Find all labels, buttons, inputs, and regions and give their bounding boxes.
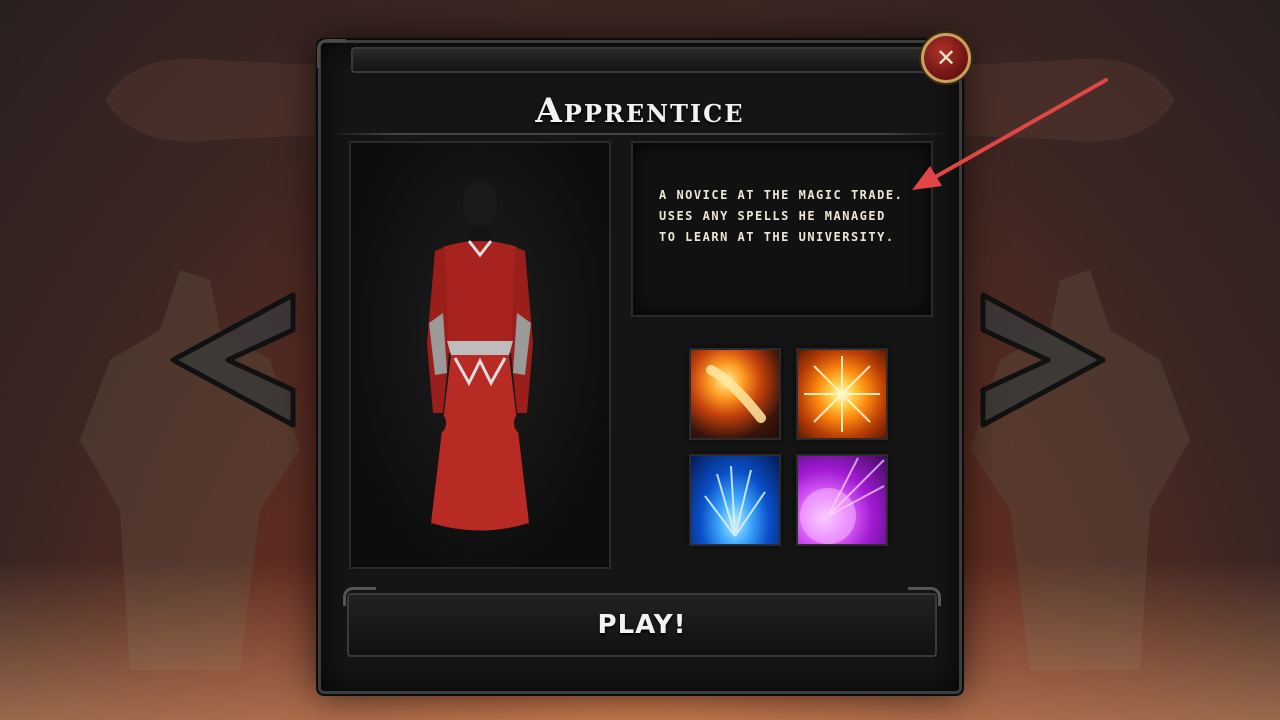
close-icon: ✕ xyxy=(935,44,957,72)
close-button[interactable]: ✕ xyxy=(921,33,971,83)
panel-corner-ornament xyxy=(317,39,346,68)
play-button-label: PLAY! xyxy=(597,610,687,640)
button-corner-ornament xyxy=(343,587,376,606)
character-description: A novice at the magic trade. Uses any sp… xyxy=(659,188,904,244)
apprentice-figure-image xyxy=(427,181,533,531)
character-title: Apprentice xyxy=(535,91,745,131)
spell-ice-shards-icon[interactable] xyxy=(689,454,781,546)
description-box: A novice at the magic trade. Uses any sp… xyxy=(631,141,933,317)
background-banner-left xyxy=(105,58,315,142)
panel-top-bar xyxy=(351,47,933,73)
next-character-arrow[interactable] xyxy=(978,290,1108,430)
chevron-left-icon xyxy=(170,292,296,428)
character-portrait xyxy=(349,141,611,569)
chevron-right-icon xyxy=(980,292,1106,428)
character-select-panel: Apprentice A novice at the magic trade. … xyxy=(317,39,963,694)
spell-arcane-orb-icon[interactable] xyxy=(796,454,888,546)
background-banner-right xyxy=(965,58,1175,142)
spell-fire-burst-icon[interactable] xyxy=(796,348,888,440)
title-divider xyxy=(329,133,947,135)
previous-character-arrow[interactable] xyxy=(168,290,298,430)
spell-fireball-icon[interactable] xyxy=(689,348,781,440)
play-button[interactable]: PLAY! xyxy=(343,587,941,657)
button-corner-ornament xyxy=(908,587,941,606)
